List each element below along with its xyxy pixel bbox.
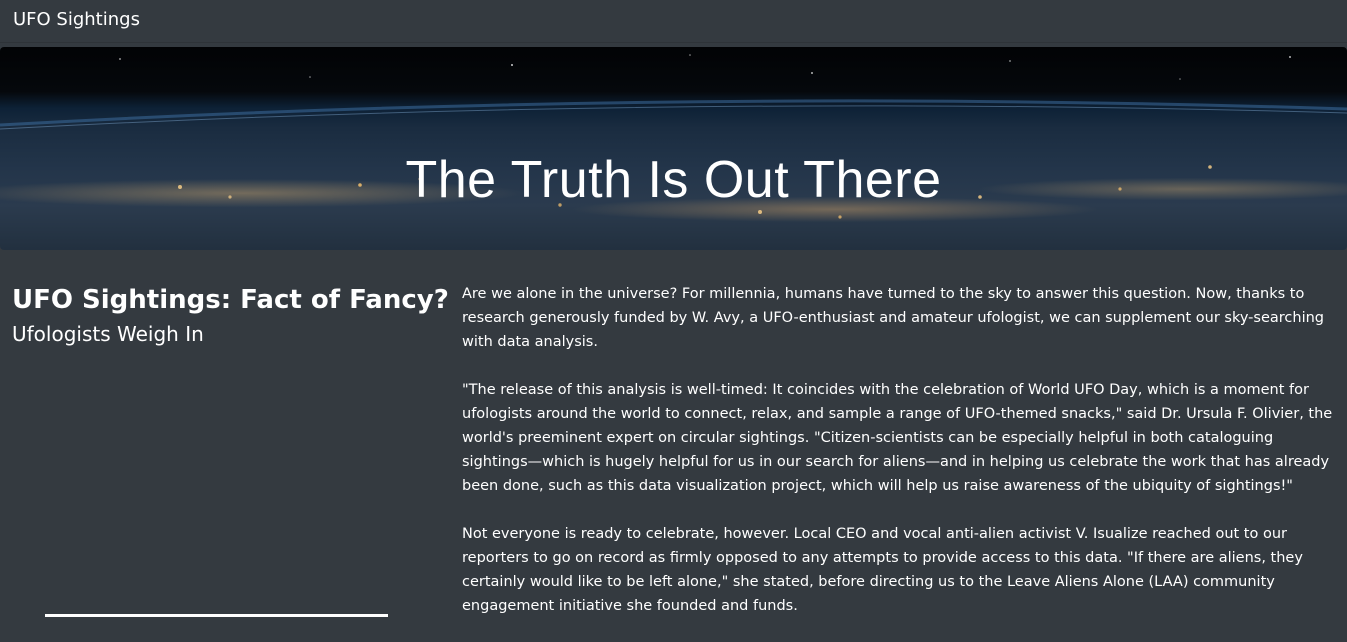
article-subtitle: Ufologists Weigh In	[12, 322, 204, 346]
article-paragraph-3: Not everyone is ready to celebrate, howe…	[462, 526, 1303, 614]
navbar: UFO Sightings	[0, 0, 1347, 43]
article-title: UFO Sightings: Fact of Fancy?	[12, 285, 449, 315]
hero-banner: The Truth Is Out There	[0, 47, 1347, 250]
article-paragraph-2: "The release of this analysis is well-ti…	[462, 382, 1333, 494]
hero-title: The Truth Is Out There	[405, 150, 942, 209]
navbar-brand-link[interactable]: UFO Sightings	[13, 9, 140, 31]
article-body: Are we alone in the universe? For millen…	[462, 282, 1334, 642]
article-paragraph-1: Are we alone in the universe? For millen…	[462, 286, 1324, 350]
article-heading: UFO Sightings: Fact of Fancy? Ufologists…	[12, 283, 449, 347]
